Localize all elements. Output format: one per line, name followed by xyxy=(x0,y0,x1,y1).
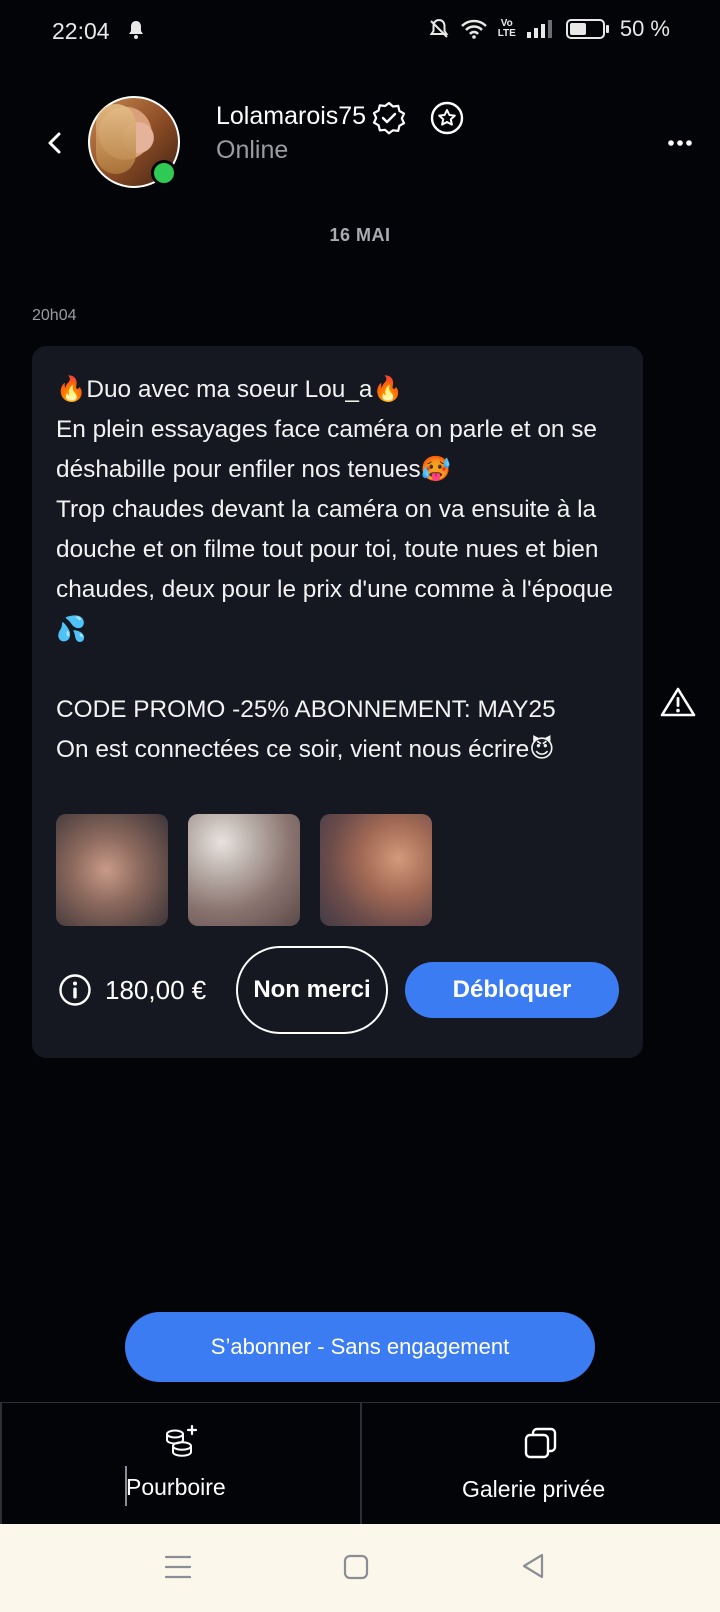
wifi-icon xyxy=(460,18,488,40)
nav-home-button[interactable] xyxy=(343,1554,369,1585)
decline-button[interactable]: Non merci xyxy=(236,946,388,1034)
online-indicator xyxy=(151,160,177,186)
back-icon xyxy=(48,132,61,154)
tab-divider xyxy=(360,1402,362,1524)
bell-icon xyxy=(128,20,144,45)
more-options-button[interactable] xyxy=(668,134,692,152)
signal-icon xyxy=(526,19,556,39)
volte-badge: Vo LTE xyxy=(497,18,516,39)
locked-media-thumbnail[interactable] xyxy=(320,814,432,926)
tabbar-edge xyxy=(0,1402,2,1524)
subscribe-button[interactable]: S’abonner - Sans engagement xyxy=(125,1312,595,1382)
tip-coins-icon[interactable] xyxy=(163,1424,199,1465)
locked-media-thumbnail[interactable] xyxy=(188,814,300,926)
back-triangle-icon xyxy=(522,1553,544,1579)
battery-icon xyxy=(565,18,610,40)
menu-icon xyxy=(164,1555,192,1579)
message-text: 🔥Duo avec ma soeur Lou_a🔥 En plein essay… xyxy=(56,376,614,763)
price-label: 180,00 € xyxy=(105,975,207,1005)
tab-tip[interactable]: Pourboire xyxy=(126,1474,226,1501)
report-warning-icon[interactable] xyxy=(660,686,696,723)
locked-media-thumbnail[interactable] xyxy=(56,814,168,926)
star-icon[interactable] xyxy=(430,101,464,140)
status-icons: Vo LTE 50 % xyxy=(428,16,670,42)
username[interactable]: Lolamarois75 xyxy=(216,102,366,131)
nav-back-button[interactable] xyxy=(520,1552,546,1585)
info-icon[interactable] xyxy=(58,973,92,1012)
date-separator: 16 MAI xyxy=(329,225,391,245)
more-icon xyxy=(668,140,692,146)
presence-status: Online xyxy=(216,136,289,164)
tab-private-gallery[interactable]: Galerie privée xyxy=(462,1476,605,1503)
message-time: 20h04 xyxy=(32,307,77,324)
gallery-icon[interactable] xyxy=(524,1426,558,1465)
home-square-icon xyxy=(343,1554,369,1580)
battery-percent: 50 % xyxy=(619,16,670,41)
back-button[interactable] xyxy=(40,128,70,158)
mute-icon xyxy=(428,18,450,40)
avatar-hair xyxy=(96,104,136,174)
nav-recents-button[interactable] xyxy=(164,1553,192,1586)
verified-icon xyxy=(372,101,406,140)
status-time: 22:04 xyxy=(52,18,110,44)
unlock-button[interactable]: Débloquer xyxy=(405,962,619,1018)
